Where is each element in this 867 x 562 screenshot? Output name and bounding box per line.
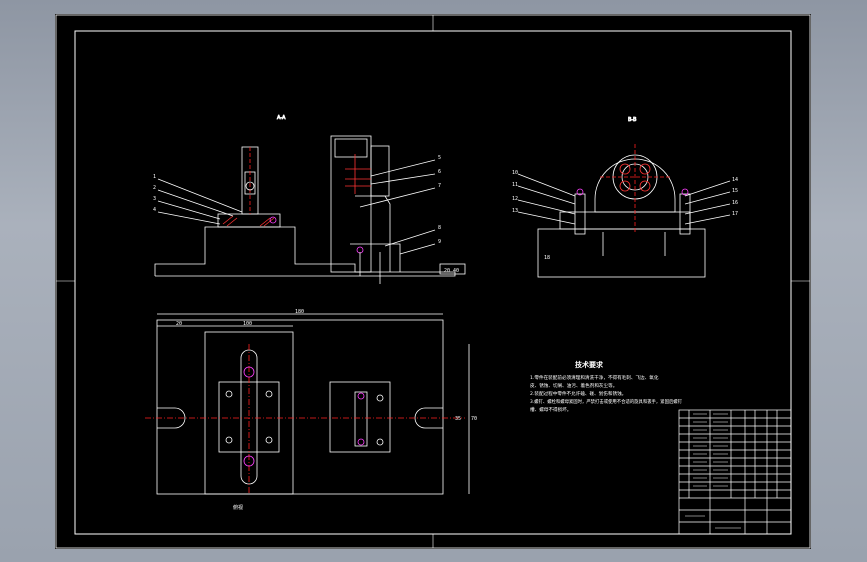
balloon-11: 11 xyxy=(512,182,518,188)
tech-req-line-2: 皮、锈蚀、切屑、油污、着色剂和灰尘等。 xyxy=(530,382,617,389)
dim-d5: 70 xyxy=(471,416,477,422)
front-view-label: A-A xyxy=(277,115,286,121)
balloon-5: 5 xyxy=(438,155,441,161)
side-view-label: B-B xyxy=(628,117,637,123)
dim-d6: 20 xyxy=(444,268,450,274)
title-block xyxy=(678,409,792,535)
balloon-14: 14 xyxy=(732,177,738,183)
top-view xyxy=(145,313,470,495)
tech-req-heading: 技术要求 xyxy=(575,360,604,369)
balloon-15: 15 xyxy=(732,188,738,194)
balloon-17: 17 xyxy=(732,211,738,217)
balloon-13: 13 xyxy=(512,208,518,214)
tech-req-line-1: 1.零件在装配前必须清理和清洗干净，不得有毛刺、飞边、氧化 xyxy=(530,374,659,381)
outer-border xyxy=(55,14,811,549)
tech-req-line-5: 槽、螺母不得损坏。 xyxy=(530,406,571,413)
balloon-8: 8 xyxy=(438,225,441,231)
balloon-6: 6 xyxy=(438,169,441,175)
cad-drawing: A-A 1 2 3 4 5 6 7 8 9 20 40 B-B 10 11 12… xyxy=(55,14,811,549)
dim-d3: 180 xyxy=(295,309,304,315)
balloon-4: 4 xyxy=(153,207,156,213)
tech-req-line-3: 2.装配过程中零件不允许磕、碰、划伤和锈蚀。 xyxy=(530,390,626,397)
balloon-7: 7 xyxy=(438,183,441,189)
side-view: B-B xyxy=(517,117,731,278)
balloon-2: 2 xyxy=(153,185,156,191)
title-block-text xyxy=(685,413,741,529)
dim-d1: 20 xyxy=(176,321,182,327)
balloon-3: 3 xyxy=(153,196,156,202)
balloon-10: 10 xyxy=(512,170,518,176)
dim-d4: 35 xyxy=(455,416,461,422)
dim-d2: 100 xyxy=(243,321,252,327)
balloon-9: 9 xyxy=(438,239,441,245)
tech-req-line-4: 3.螺钉、螺栓和螺母紧固时，严禁打击或使用不合适的旋具和扳手，紧固后螺钉 xyxy=(530,398,682,405)
top-view-label: 俯视 xyxy=(233,504,243,511)
front-view: A-A xyxy=(154,115,466,284)
balloon-1: 1 xyxy=(153,174,156,180)
balloon-18: 18 xyxy=(544,255,550,261)
drawing-sheet: A-A 1 2 3 4 5 6 7 8 9 20 40 B-B 10 11 12… xyxy=(55,14,811,549)
dim-d7: 40 xyxy=(453,268,459,274)
technical-requirements: 技术要求 1.零件在装配前必须清理和清洗干净，不得有毛刺、飞边、氧化 皮、锈蚀、… xyxy=(530,360,682,413)
balloon-12: 12 xyxy=(512,196,518,202)
balloon-16: 16 xyxy=(732,200,738,206)
inner-border xyxy=(74,30,792,535)
